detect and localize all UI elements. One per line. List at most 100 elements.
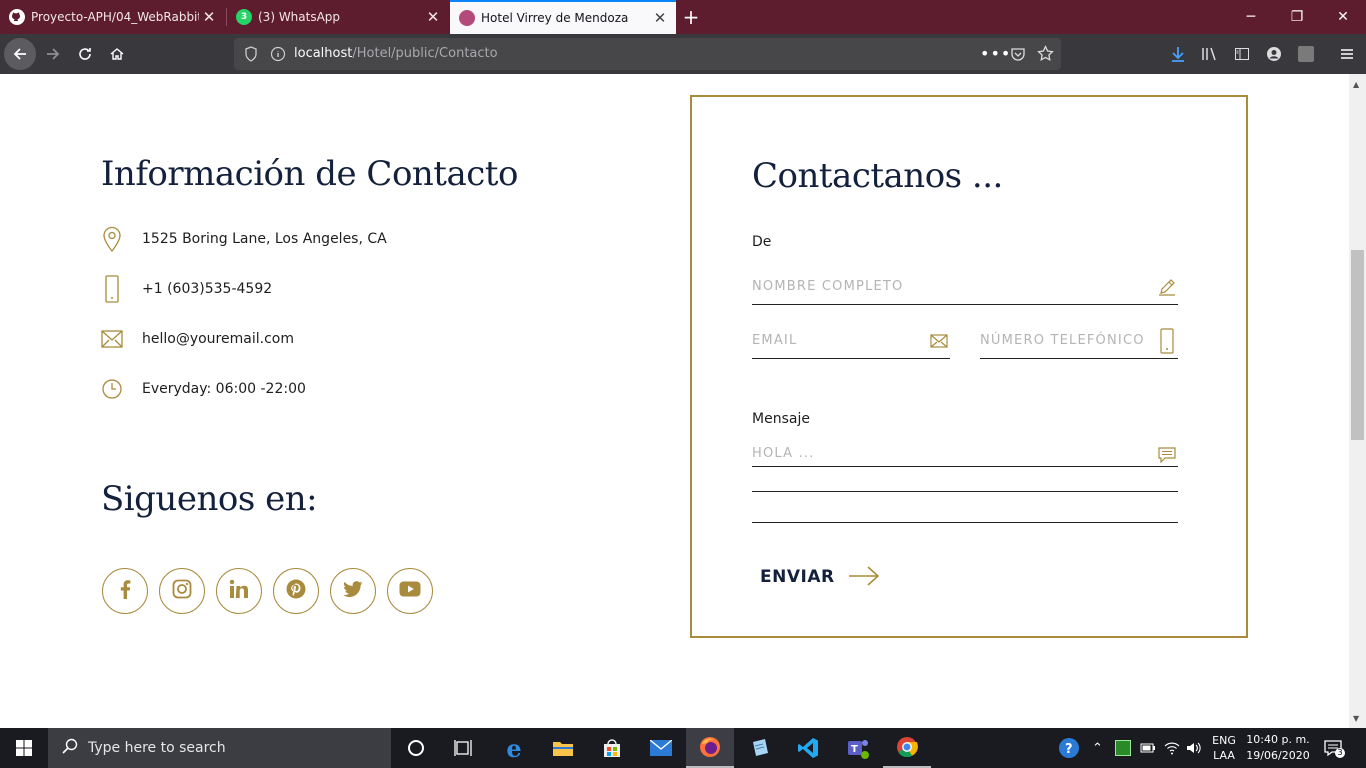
- phone-icon: [100, 275, 124, 303]
- clock[interactable]: 10:40 p. m. 19/06/2020: [1246, 728, 1310, 768]
- firefox-icon[interactable]: [686, 728, 734, 768]
- browser-nav-bar: localhost/Hotel/public/Contacto •••: [0, 34, 1366, 74]
- contact-hours: Everyday: 06:00 -22:00: [100, 375, 306, 403]
- cortana-icon[interactable]: [392, 728, 440, 768]
- back-button[interactable]: [4, 38, 36, 70]
- language-indicator[interactable]: ENG LAA: [1208, 728, 1240, 768]
- message-label: Mensaje: [752, 411, 810, 427]
- whatsapp-icon: 3: [236, 9, 252, 25]
- clock-date: 19/06/2020: [1246, 749, 1310, 762]
- pencil-icon: [1156, 275, 1178, 299]
- help-icon[interactable]: ?: [1058, 728, 1080, 768]
- tab-whatsapp[interactable]: 3 (3) WhatsApp ✕: [227, 0, 449, 34]
- contact-info-heading: Información de Contacto: [101, 154, 518, 194]
- file-explorer-icon[interactable]: [539, 728, 587, 768]
- notepad-icon[interactable]: [735, 728, 783, 768]
- search-placeholder: Type here to search: [88, 740, 226, 756]
- twitter-button[interactable]: [330, 568, 376, 614]
- from-label: De: [752, 234, 772, 250]
- pinterest-icon: [286, 579, 306, 603]
- page-scrollbar[interactable]: ▲ ▼: [1349, 74, 1366, 728]
- message-icon: [1156, 443, 1178, 467]
- close-window-button[interactable]: ✕: [1320, 0, 1366, 34]
- phone-text[interactable]: +1 (603)535-4592: [142, 281, 272, 297]
- url-bar[interactable]: localhost/Hotel/public/Contacto •••: [234, 38, 1061, 70]
- new-tab-button[interactable]: +: [680, 4, 702, 30]
- scroll-up-icon[interactable]: ▲: [1353, 80, 1359, 89]
- show-hidden-icons-button[interactable]: ⌃: [1092, 728, 1103, 768]
- message-line-2[interactable]: [752, 491, 1178, 492]
- address-text: 1525 Boring Lane, Los Angeles, CA: [142, 231, 387, 247]
- tab-github[interactable]: Proyecto-APH/04_WebRabbit a ✕: [0, 0, 225, 34]
- search-icon: [62, 738, 78, 758]
- close-tab-icon[interactable]: ✕: [199, 8, 219, 26]
- task-view-icon[interactable]: [440, 728, 488, 768]
- youtube-button[interactable]: [387, 568, 433, 614]
- phone-field[interactable]: NÚMERO TELEFÓNICO: [980, 328, 1178, 359]
- bookmark-star-icon[interactable]: [1037, 45, 1054, 66]
- scroll-down-icon[interactable]: ▼: [1353, 714, 1359, 723]
- facebook-button[interactable]: [102, 568, 148, 614]
- teams-icon[interactable]: T: [834, 728, 882, 768]
- contact-form: Contactanos ... De NOMBRE COMPLETO EMAIL…: [690, 95, 1248, 638]
- tab-title: (3) WhatsApp: [258, 10, 341, 24]
- name-field[interactable]: NOMBRE COMPLETO: [752, 275, 1178, 305]
- email-text[interactable]: hello@youremail.com: [142, 331, 294, 347]
- minimize-button[interactable]: ─: [1228, 0, 1274, 34]
- battery-icon[interactable]: [1140, 728, 1156, 768]
- close-tab-icon[interactable]: ✕: [423, 8, 443, 26]
- forward-button[interactable]: [37, 38, 69, 70]
- social-heading: Siguenos en:: [101, 479, 318, 519]
- arrow-right-icon: [848, 565, 880, 592]
- svg-text:T: T: [851, 744, 858, 755]
- url-text: localhost/Hotel/public/Contacto: [294, 46, 498, 61]
- pinterest-button[interactable]: [273, 568, 319, 614]
- svg-text:?: ?: [1065, 742, 1073, 757]
- app-tray-icon[interactable]: [1115, 728, 1131, 768]
- tab-title: Proyecto-APH/04_WebRabbit a: [31, 10, 199, 24]
- account-icon[interactable]: [1265, 45, 1283, 63]
- linkedin-button[interactable]: [216, 568, 262, 614]
- vscode-icon[interactable]: [784, 728, 832, 768]
- message-field[interactable]: HOLA ...: [752, 439, 1178, 467]
- hotel-favicon-icon: [459, 10, 475, 26]
- wifi-icon[interactable]: [1164, 728, 1180, 768]
- instagram-button[interactable]: [159, 568, 205, 614]
- store-icon[interactable]: [588, 728, 636, 768]
- name-placeholder: NOMBRE COMPLETO: [752, 279, 904, 294]
- close-tab-icon[interactable]: ✕: [650, 9, 670, 27]
- scrollbar-thumb[interactable]: [1351, 250, 1364, 440]
- reload-button[interactable]: [69, 38, 101, 70]
- send-button[interactable]: ENVIAR: [760, 566, 880, 587]
- extension-icon[interactable]: [1297, 45, 1315, 63]
- home-button[interactable]: [101, 38, 133, 70]
- notifications-icon[interactable]: 3: [1324, 728, 1345, 768]
- downloads-icon[interactable]: [1169, 45, 1187, 63]
- tab-hotel[interactable]: Hotel Virrey de Mendoza ✕: [450, 0, 676, 34]
- chrome-icon[interactable]: [883, 728, 931, 768]
- pocket-icon[interactable]: [1010, 46, 1026, 66]
- info-icon[interactable]: [270, 46, 286, 66]
- contact-email: hello@youremail.com: [100, 325, 294, 353]
- restore-button[interactable]: ❐: [1274, 0, 1320, 34]
- shield-icon[interactable]: [244, 46, 258, 66]
- message-line-3[interactable]: [752, 522, 1178, 523]
- clock-time: 10:40 p. m.: [1246, 733, 1310, 746]
- volume-icon[interactable]: [1186, 728, 1202, 768]
- youtube-icon: [399, 581, 421, 601]
- taskbar-search[interactable]: Type here to search: [48, 728, 391, 768]
- contact-address: 1525 Boring Lane, Los Angeles, CA: [100, 225, 387, 253]
- sidebar-icon[interactable]: [1233, 45, 1251, 63]
- page-actions-icon[interactable]: •••: [980, 44, 1011, 63]
- start-button[interactable]: [0, 728, 48, 768]
- menu-icon[interactable]: [1338, 45, 1356, 63]
- mail-app-icon[interactable]: [637, 728, 685, 768]
- windows-taskbar: Type here to search e T ? ⌃ ENG LAA 10:4…: [0, 728, 1366, 768]
- github-icon: [9, 9, 25, 25]
- email-field[interactable]: EMAIL: [752, 329, 950, 359]
- library-icon[interactable]: [1201, 45, 1219, 63]
- message-placeholder: HOLA ...: [752, 446, 815, 461]
- email-placeholder: EMAIL: [752, 333, 798, 348]
- edge-icon[interactable]: e: [490, 728, 538, 768]
- keyboard-layout: LAA: [1213, 749, 1235, 762]
